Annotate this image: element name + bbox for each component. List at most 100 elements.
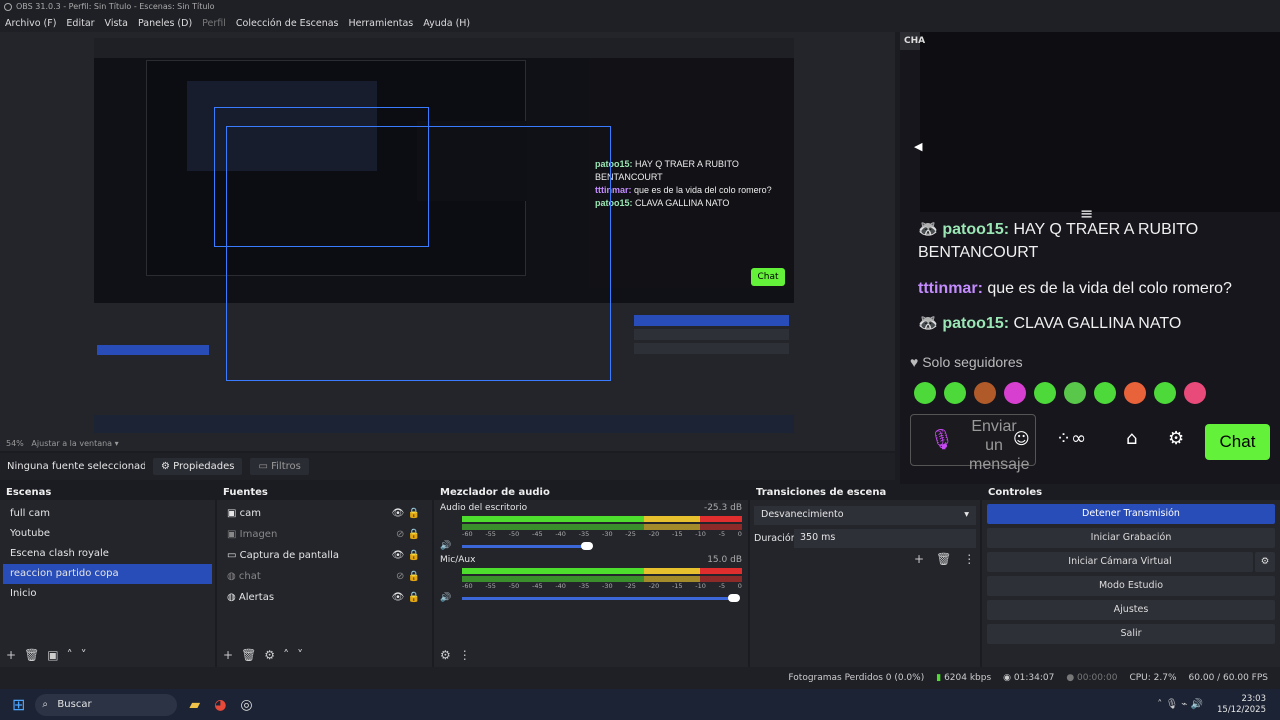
filter-icon[interactable]: ▣	[47, 648, 58, 662]
emote-icon[interactable]	[1154, 382, 1176, 404]
mixer-channel: Audio del escritorio -25.3 dB -60 -55 -50 -4…	[440, 503, 742, 551]
start-recording-button[interactable]: Iniciar Grabación	[987, 528, 1275, 548]
status-bar: Fotogramas Perdidos 0 (0.0%) ▮ 6204 kbps…	[0, 667, 1280, 689]
emote-icon[interactable]	[1094, 382, 1116, 404]
meter-ticks: -60 -55 -50 -45 -40 -35 -30 -25 -20 -15 -10 -5 0	[462, 530, 742, 538]
scene-item[interactable]: Youtube	[3, 524, 212, 544]
settings-gear-icon[interactable]: ⚙	[1168, 428, 1184, 449]
nested-taskbar	[94, 415, 794, 433]
obs-icon[interactable]: ◎	[240, 697, 252, 713]
source-item[interactable]: ◍ Alertas 👁 🔒	[220, 588, 429, 609]
stop-stream-button[interactable]: Detener Transmisión	[987, 504, 1275, 524]
studio-mode-button[interactable]: Modo Estudio	[987, 576, 1275, 596]
remove-transition-icon[interactable]: 🗑	[936, 552, 951, 566]
source-item[interactable]: ▣ cam 👁 🔒	[220, 504, 429, 525]
exit-button[interactable]: Salir	[987, 624, 1275, 644]
transition-select[interactable]: Desvanecimiento ▾	[754, 506, 976, 525]
move-up-icon[interactable]: ˄	[67, 648, 73, 662]
chat-input[interactable]: 🎙 Enviar un mensaje ☺	[910, 414, 1036, 473]
chat-username[interactable]: tttinmar	[918, 280, 978, 297]
speaker-icon[interactable]: 🔊	[440, 541, 462, 551]
menu-dots-icon[interactable]: ⋮	[459, 648, 471, 662]
move-down-icon[interactable]: ˅	[81, 648, 87, 662]
record-icon: ●	[1066, 673, 1075, 683]
add-scene-icon[interactable]: +	[6, 648, 16, 662]
filters-button[interactable]: ▭ Filtros	[250, 458, 309, 475]
menu-dots-icon[interactable]: ⋮	[963, 552, 975, 566]
mic-icon[interactable]: 🎙	[929, 427, 954, 451]
chat-dock-title: CHA	[900, 32, 925, 50]
speaker-icon[interactable]: 🔊	[440, 593, 462, 603]
chat-username[interactable]: patoo15	[942, 315, 1003, 332]
emoji-icon[interactable]: ☺	[1013, 429, 1030, 448]
folder-icon[interactable]: ▰	[189, 697, 200, 713]
virtual-camera-settings-icon[interactable]: ⚙	[1255, 552, 1275, 572]
remove-source-icon[interactable]: 🗑	[241, 648, 256, 662]
tray-icons[interactable]: ˄ 🎙 ⌁ 🔊	[1157, 699, 1203, 710]
chat-username[interactable]: patoo15	[942, 221, 1003, 238]
scene-item[interactable]: Escena clash royale	[3, 544, 212, 564]
volume-slider[interactable]	[462, 541, 593, 550]
collapse-left-icon[interactable]: ◀	[914, 140, 922, 153]
settings-button[interactable]: Ajustes	[987, 600, 1275, 620]
mixer-settings-icon[interactable]: ⚙	[440, 648, 451, 662]
audio-mixer-dock: Mezclador de audio Audio del escritorio -…	[434, 484, 748, 667]
menu-coleccion[interactable]: Colección de Escenas	[231, 18, 344, 29]
source-item[interactable]: ▣ Imagen ⊘ 🔒	[220, 525, 429, 546]
obs-logo-icon	[4, 3, 12, 11]
menu-herramientas[interactable]: Herramientas	[344, 18, 419, 29]
source-settings-icon[interactable]: ⚙	[264, 648, 275, 662]
remove-scene-icon[interactable]: 🗑	[24, 648, 39, 662]
menu-ayuda[interactable]: Ayuda (H)	[418, 18, 475, 29]
scene-item-selected[interactable]: reaccion partido copa	[3, 564, 212, 584]
chat-text: que es de la vida del colo romero?	[987, 280, 1232, 297]
add-transition-icon[interactable]: +	[914, 552, 924, 566]
chrome-icon[interactable]: ◕	[214, 697, 226, 713]
transitions-dock: Transiciones de escena Desvanecimiento ▾ …	[750, 484, 980, 667]
move-down-icon[interactable]: ˅	[297, 648, 303, 662]
emote-icon[interactable]	[974, 382, 996, 404]
source-item[interactable]: ▭ Captura de pantalla 👁 🔒	[220, 546, 429, 567]
emote-icon[interactable]	[1034, 382, 1056, 404]
emote-icon[interactable]	[944, 382, 966, 404]
chat-message: tttinmar: que es de la vida del colo rom…	[918, 280, 1232, 297]
source-bounding-box[interactable]	[226, 126, 611, 381]
emote-icon[interactable]	[1184, 382, 1206, 404]
chat-send-button[interactable]: Chat	[1205, 424, 1270, 460]
emote-bar	[914, 382, 1214, 408]
fps: 60.00 / 60.00 FPS	[1188, 673, 1268, 683]
taskbar-search[interactable]: ⌕ Buscar	[35, 693, 178, 716]
menu-paneles[interactable]: Paneles (D)	[133, 18, 197, 29]
emote-icon[interactable]	[1124, 382, 1146, 404]
chat-message: 🦝 patoo15: CLAVA GALLINA NATO	[918, 315, 1182, 332]
transitions-title: Transiciones de escena	[750, 484, 980, 500]
clock[interactable]: 23:03 15/12/2025	[1217, 694, 1266, 716]
windows-start-icon[interactable]: ⊞	[12, 695, 25, 714]
dropped-frames: Fotogramas Perdidos 0 (0.0%)	[788, 673, 925, 683]
heart-icon: ♥	[910, 354, 919, 370]
menu-vista[interactable]: Vista	[100, 18, 133, 29]
store-icon[interactable]: ⌂	[1126, 428, 1137, 449]
menu-archivo[interactable]: Archivo (F)	[0, 18, 61, 29]
menu-editar[interactable]: Editar	[61, 18, 99, 29]
duration-input[interactable]: 350 ms	[794, 529, 976, 548]
fit-select[interactable]: Ajustar a la ventana	[31, 439, 112, 448]
controls-title: Controles	[982, 484, 1280, 500]
preview-status: 54% Ajustar a la ventana ▾	[0, 437, 895, 451]
emote-icon[interactable]	[1064, 382, 1086, 404]
preview-canvas[interactable]: patoo15: HAY Q TRAER A RUBITO BENTANCOUR…	[94, 38, 794, 433]
virtual-camera-button[interactable]: Iniciar Cámara Virtual	[987, 552, 1253, 572]
scene-item[interactable]: Inicio	[3, 584, 212, 604]
properties-button[interactable]: ⚙ Propiedades	[153, 458, 243, 475]
source-item[interactable]: ◍ chat ⊘ 🔒	[220, 567, 429, 588]
scene-item[interactable]: full cam	[3, 504, 212, 524]
emote-icon[interactable]	[914, 382, 936, 404]
scenes-dock: Escenas full cam Youtube Escena clash ro…	[0, 484, 215, 667]
user-badge-icon: 🦝	[918, 315, 938, 332]
emote-icon[interactable]	[1004, 382, 1026, 404]
move-up-icon[interactable]: ˄	[283, 648, 289, 662]
volume-slider[interactable]	[462, 593, 740, 602]
add-source-icon[interactable]: +	[223, 648, 233, 662]
menu-perfil[interactable]: Perfil	[197, 18, 231, 29]
points-icon[interactable]: ⁘∞	[1056, 428, 1086, 449]
